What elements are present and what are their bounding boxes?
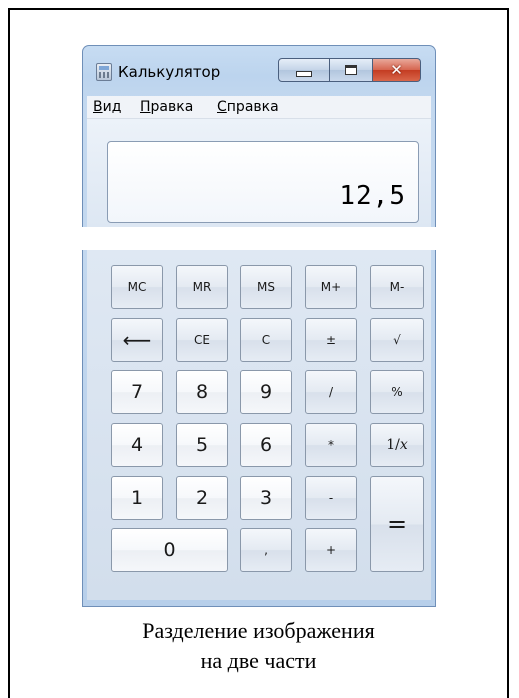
digit-2-button[interactable]: 2 [176, 476, 228, 520]
backspace-icon: ⟵ [122, 328, 152, 352]
backspace-button[interactable]: ⟵ [111, 318, 163, 362]
mr-button[interactable]: MR [176, 265, 228, 309]
digit-6-button[interactable]: 6 [240, 423, 292, 467]
display-value: 12,5 [339, 181, 406, 211]
divide-button[interactable]: / [305, 370, 357, 414]
menu-label-help: правка [226, 99, 279, 115]
digit-3-button[interactable]: 3 [240, 476, 292, 520]
menu-label-edit: равка [150, 99, 194, 115]
minimize-button[interactable] [278, 58, 330, 82]
menu-accel-view: В [93, 99, 103, 115]
ms-button[interactable]: MS [240, 265, 292, 309]
menu-item-help[interactable]: Справка [217, 99, 279, 115]
square-root-button[interactable]: √ [370, 318, 424, 362]
maximize-icon [345, 65, 357, 75]
digit-8-button[interactable]: 8 [176, 370, 228, 414]
digit-4-button[interactable]: 4 [111, 423, 163, 467]
plus-button[interactable]: + [305, 528, 357, 572]
clear-button[interactable]: C [240, 318, 292, 362]
window-title: Калькулятор [118, 63, 221, 81]
maximize-button[interactable] [330, 58, 373, 82]
menu-item-edit[interactable]: Правка [140, 99, 193, 115]
plus-minus-button[interactable]: ± [305, 318, 357, 362]
menu-item-view[interactable]: Вид [93, 99, 121, 115]
menu-accel-edit: П [140, 99, 151, 115]
multiply-button[interactable]: * [305, 423, 357, 467]
menu-bar: Вид Правка Справка [87, 96, 431, 119]
digit-9-button[interactable]: 9 [240, 370, 292, 414]
equals-button[interactable]: = [370, 476, 424, 572]
digit-5-button[interactable]: 5 [176, 423, 228, 467]
menu-label-view: ид [102, 99, 122, 115]
digit-1-button[interactable]: 1 [111, 476, 163, 520]
caption-line-2: на две части [200, 648, 317, 673]
close-icon: ✕ [390, 61, 403, 79]
title-bar[interactable]: Калькулятор ✕ [83, 46, 435, 96]
reciprocal-button[interactable]: 1/x [370, 423, 424, 467]
close-button[interactable]: ✕ [373, 58, 421, 82]
calculator-window-top: Калькулятор ✕ Вид Правка Справка 12,5 [82, 45, 436, 227]
mc-button[interactable]: MC [111, 265, 163, 309]
m-minus-button[interactable]: M- [370, 265, 424, 309]
decimal-separator-button[interactable]: , [240, 528, 292, 572]
minus-button[interactable]: - [305, 476, 357, 520]
percent-button[interactable]: % [370, 370, 424, 414]
caption-line-1: Разделение изображения [142, 618, 375, 643]
result-display: 12,5 [107, 141, 419, 223]
digit-0-button[interactable]: 0 [111, 528, 228, 572]
clear-entry-button[interactable]: CE [176, 318, 228, 362]
calculator-app-icon [96, 63, 112, 81]
digit-7-button[interactable]: 7 [111, 370, 163, 414]
m-plus-button[interactable]: M+ [305, 265, 357, 309]
menu-accel-help: С [217, 99, 227, 115]
minimize-icon [296, 70, 312, 77]
